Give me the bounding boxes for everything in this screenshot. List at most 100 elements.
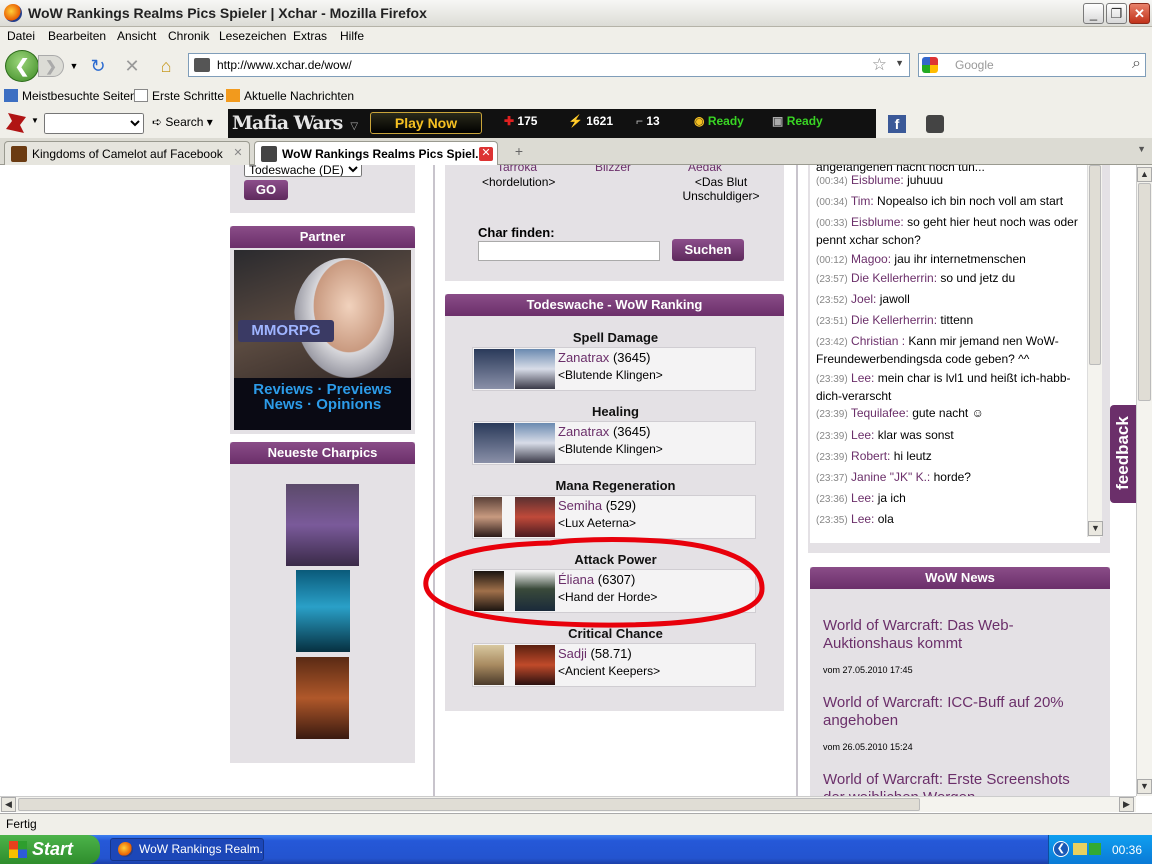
menu-lesezeichen[interactable]: Lesezeichen (219, 29, 286, 43)
bookmark-star-icon[interactable]: ☆ (872, 55, 887, 75)
scroll-left-icon[interactable]: ◀ (1, 797, 16, 812)
bookmark-erste-schritte[interactable]: Erste Schritte (134, 89, 224, 103)
start-button[interactable]: Start (0, 835, 100, 864)
mmorpg-ad-banner[interactable]: MMORPG Reviews · Previews News · Opinion… (234, 250, 411, 430)
ranking-row[interactable]: Zanatrax (3645) <Blutende Klingen> (472, 347, 756, 391)
chat-scrollbar[interactable]: ▼ (1087, 165, 1103, 537)
top-char-2[interactable]: Blizzer (595, 165, 631, 174)
history-dropdown-icon[interactable]: ▼ (63, 56, 85, 76)
chat-message: (23:57) Die Kellerherrin: so und jetz du (816, 270, 1086, 288)
minimize-button[interactable]: _ (1083, 3, 1104, 24)
chat-user[interactable]: Lee: (851, 512, 874, 526)
zynga-logo-icon[interactable] (6, 113, 26, 133)
go-button[interactable]: GO (244, 180, 288, 200)
tab-close-icon[interactable]: ✕ (231, 147, 245, 161)
logo-dropdown-icon[interactable]: ▽ (350, 121, 358, 132)
realm-select[interactable]: Todeswache (DE) (244, 165, 362, 177)
page-scrollbar[interactable]: ▲ ▼ (1136, 165, 1152, 796)
bookmark-aktuelle-nachrichten[interactable]: Aktuelle Nachrichten (226, 89, 354, 103)
chat-scroll-thumb[interactable] (1089, 165, 1101, 365)
char-link[interactable]: Sadji (558, 646, 587, 661)
url-input[interactable] (217, 57, 857, 73)
scroll-up-icon[interactable]: ▲ (1137, 167, 1152, 182)
chat-user[interactable]: Eisblume: (851, 173, 904, 187)
stop-icon[interactable]: ✕ (121, 56, 143, 76)
tray-expand-icon[interactable]: ❮ (1053, 841, 1069, 857)
charpic-3[interactable] (296, 657, 349, 739)
page-scroll-thumb[interactable] (1138, 183, 1151, 401)
close-button[interactable]: ✕ (1129, 3, 1150, 24)
search-button[interactable]: Suchen (672, 239, 744, 261)
char-link[interactable]: Semiha (558, 498, 602, 513)
char-link[interactable]: Zanatrax (558, 350, 609, 365)
tab-list-icon[interactable]: ▼ (1137, 144, 1146, 154)
charpic-2[interactable] (296, 570, 350, 652)
tab-close-icon[interactable]: ✕ (479, 147, 493, 161)
chat-user[interactable]: Joel: (851, 292, 876, 306)
new-tab-button[interactable]: + (507, 143, 531, 163)
menu-datei[interactable]: Datei (7, 29, 35, 43)
ranking-row[interactable]: Zanatrax (3645) <Blutende Klingen> (472, 421, 756, 465)
search-icon[interactable]: ⌕ (1132, 55, 1141, 73)
rss-icon (226, 89, 240, 102)
horizontal-scroll-thumb[interactable] (18, 798, 920, 811)
tab-wow-rankings[interactable]: WoW Rankings Realms Pics Spiel... ✕ (254, 141, 498, 166)
chat-scroll-down-icon[interactable]: ▼ (1088, 521, 1103, 536)
chat-user[interactable]: Eisblume: (851, 215, 904, 229)
chat-message: (23:52) Joel: jawoll (816, 291, 1086, 309)
chat-user[interactable]: Lee: (851, 428, 874, 442)
facebook-icon[interactable]: f (888, 115, 906, 133)
chat-user[interactable]: Magoo: (851, 252, 891, 266)
news-item: World of Warcraft: Das Web-Auktionshaus … (823, 617, 1093, 653)
chat-time: (23:42) (816, 337, 848, 348)
toolbar-search-select[interactable] (44, 113, 144, 134)
toolbar-search-button[interactable]: ➪ Search ▾ (152, 115, 213, 129)
play-now-button[interactable]: Play Now (370, 112, 482, 134)
chat-user[interactable]: Janine "JK" K.: (851, 470, 930, 484)
url-dropdown-icon[interactable]: ▼ (895, 58, 904, 68)
news-headline-link[interactable]: World of Warcraft: ICC-Buff auf 20% ange… (823, 694, 1064, 729)
menu-hilfe[interactable]: Hilfe (340, 29, 364, 43)
menu-chronik[interactable]: Chronik (168, 29, 209, 43)
chat-user[interactable]: Die Kellerherrin: (851, 271, 937, 285)
bookmark-meistbesuchte[interactable]: Meistbesuchte Seiten (4, 89, 137, 103)
chat-user[interactable]: Robert: (851, 449, 890, 463)
address-bar[interactable]: ☆ ▼ (188, 53, 910, 77)
menu-extras[interactable]: Extras (293, 29, 327, 43)
chat-user[interactable]: Lee: (851, 371, 874, 385)
menu-ansicht[interactable]: Ansicht (117, 29, 156, 43)
ranking-row[interactable]: Sadji (58.71) <Ancient Keepers> (472, 643, 756, 687)
chat-user[interactable]: Tim: (851, 194, 874, 208)
chat-user[interactable]: Lee: (851, 491, 874, 505)
charpic-1[interactable] (286, 484, 359, 566)
maximize-button[interactable]: ❐ (1106, 3, 1127, 24)
toolbar-home-icon[interactable] (926, 115, 944, 133)
home-icon[interactable]: ⌂ (155, 56, 177, 76)
google-icon[interactable] (922, 57, 938, 73)
horizontal-scrollbar[interactable]: ◀ ▶ (0, 796, 1136, 812)
news-headline-link[interactable]: World of Warcraft: Das Web-Auktionshaus … (823, 617, 1014, 652)
network-icon[interactable] (1073, 843, 1087, 855)
menu-bearbeiten[interactable]: Bearbeiten (48, 29, 106, 43)
back-button[interactable]: ❮ (5, 50, 39, 82)
chat-user[interactable]: Tequilafee: (851, 406, 909, 420)
reload-icon[interactable]: ↻ (87, 56, 109, 76)
search-input[interactable] (955, 57, 1115, 73)
scroll-right-icon[interactable]: ▶ (1119, 797, 1134, 812)
news-headline-link[interactable]: World of Warcraft: Erste Screenshots der… (823, 771, 1070, 796)
forward-button[interactable]: ❯ (38, 55, 64, 77)
tab-kingdoms-of-camelot[interactable]: Kingdoms of Camelot auf Facebook ✕ (4, 141, 250, 165)
char-link[interactable]: Zanatrax (558, 424, 609, 439)
volume-icon[interactable] (1089, 843, 1101, 855)
chat-user[interactable]: Christian : (851, 334, 905, 348)
chat-user[interactable]: Die Kellerherrin: (851, 313, 937, 327)
search-bar[interactable]: ⌕ (918, 53, 1146, 77)
ranking-row[interactable]: Semiha (529) <Lux Aeterna> (472, 495, 756, 539)
scroll-down-icon[interactable]: ▼ (1137, 779, 1152, 794)
feedback-tab[interactable]: feedback (1110, 405, 1136, 503)
taskbar-firefox-item[interactable]: WoW Rankings Realm... (110, 838, 264, 861)
top-char-3[interactable]: Aedak (688, 165, 722, 174)
char-find-input[interactable] (478, 241, 660, 261)
zynga-dropdown-icon[interactable]: ▼ (31, 116, 39, 125)
top-char-1[interactable]: Tarroka (497, 165, 537, 174)
